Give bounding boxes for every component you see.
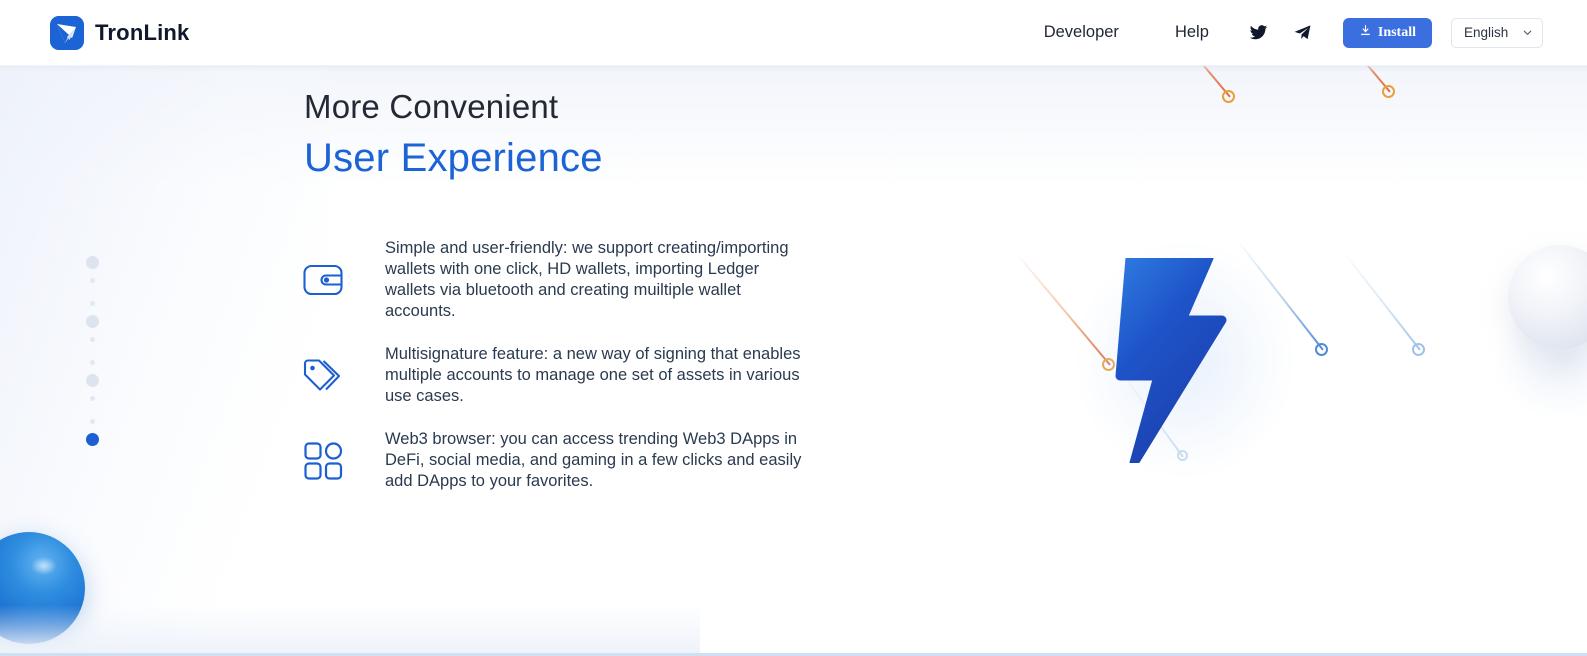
- feature-list: Simple and user-friendly: we support cre…: [300, 238, 820, 492]
- language-selected-value: English: [1464, 25, 1509, 40]
- feature-item: Multisignature feature: a new way of sig…: [300, 344, 820, 407]
- slide-pagination: [86, 256, 99, 446]
- twitter-icon[interactable]: [1237, 16, 1281, 50]
- pagination-dot-3[interactable]: [86, 374, 99, 387]
- install-button[interactable]: Install: [1342, 17, 1432, 48]
- pagination-spacer-dot: [90, 301, 95, 306]
- site-header: TronLink Developer Help Install English: [0, 0, 1587, 66]
- pagination-spacer-dot: [90, 419, 95, 424]
- brand-logo[interactable]: TronLink: [50, 15, 190, 50]
- header-nav: Developer Help Install English: [1016, 16, 1543, 50]
- tronlink-landing-page: TronLink Developer Help Install English …: [0, 0, 1587, 656]
- hero-title-line2: User Experience: [304, 136, 603, 181]
- hero-headline: More Convenient User Experience: [304, 88, 603, 184]
- install-button-label: Install: [1377, 24, 1416, 40]
- grid-apps-icon: [300, 438, 346, 484]
- chevron-down-icon: [1522, 27, 1533, 38]
- telegram-icon[interactable]: [1281, 16, 1325, 50]
- pagination-dot-1[interactable]: [86, 256, 99, 269]
- hero-title-line1: More Convenient: [304, 88, 559, 125]
- pagination-spacer-dot: [90, 360, 95, 365]
- pagination-spacer-dot: [90, 396, 95, 401]
- pagination-dot-4[interactable]: [86, 433, 99, 446]
- feature-item: Web3 browser: you can access trending We…: [300, 429, 820, 492]
- pagination-spacer-dot: [90, 337, 95, 342]
- download-icon: [1359, 24, 1372, 42]
- feature-text: Simple and user-friendly: we support cre…: [385, 239, 789, 320]
- hero-content: More Convenient User Experience Simple a…: [0, 0, 1587, 656]
- brand-name: TronLink: [95, 19, 190, 45]
- nav-link-help[interactable]: Help: [1147, 17, 1237, 48]
- feature-text: Multisignature feature: a new way of sig…: [385, 345, 801, 405]
- feature-item: Simple and user-friendly: we support cre…: [300, 238, 820, 322]
- pagination-dot-2[interactable]: [86, 315, 99, 328]
- feature-text: Web3 browser: you can access trending We…: [385, 430, 802, 490]
- pagination-spacer-dot: [90, 278, 95, 283]
- wallet-icon: [300, 257, 346, 303]
- language-selector[interactable]: English: [1451, 17, 1543, 48]
- nav-link-developer[interactable]: Developer: [1016, 17, 1147, 48]
- tags-icon: [300, 353, 346, 399]
- tronlink-logo-icon: [50, 15, 84, 50]
